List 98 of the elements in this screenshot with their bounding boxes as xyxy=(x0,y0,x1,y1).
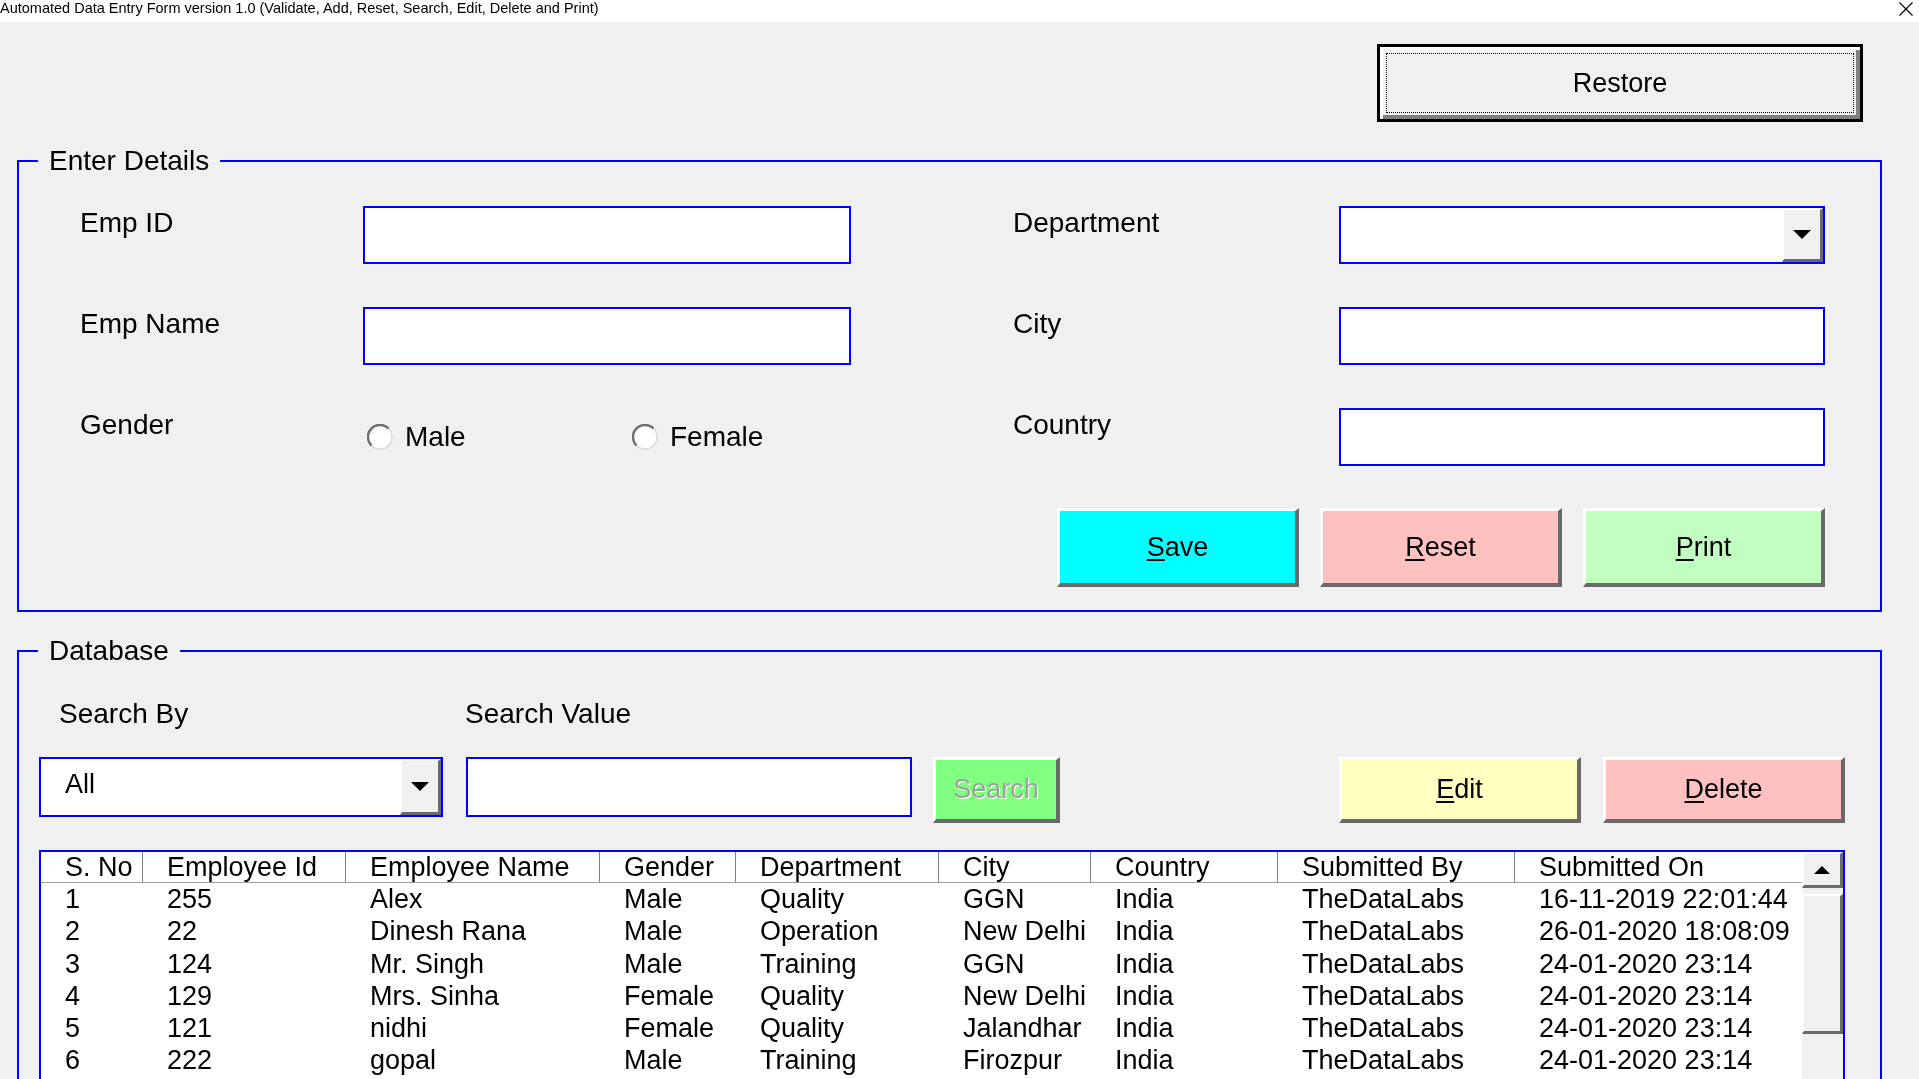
table-cell-text: TheDataLabs xyxy=(1301,1012,1466,1045)
table-cell-text: 121 xyxy=(166,1012,214,1045)
search-field[interactable] xyxy=(466,757,912,817)
delete-button[interactable]: Delete xyxy=(1603,757,1845,823)
table-cell-text: TheDataLabs xyxy=(1301,915,1466,948)
field-label: Gender xyxy=(80,409,174,441)
table-cell-text: New Delhi xyxy=(962,915,1088,948)
field-label: Emp Name xyxy=(80,308,221,340)
table-cell-text: TheDataLabs xyxy=(1301,979,1466,1013)
scroll-up-button[interactable] xyxy=(1802,852,1843,888)
table-cell-text: India xyxy=(1114,947,1175,980)
table-cell-text: Female xyxy=(623,979,716,1013)
save-button[interactable]: Save xyxy=(1057,508,1299,587)
column-header: Gender xyxy=(600,852,736,882)
dropdown-button[interactable] xyxy=(1782,208,1823,262)
scrollbar-thumb[interactable] xyxy=(1802,894,1843,1034)
table-cell-text: Operation xyxy=(759,915,880,948)
table-cell-text: 24-01-2020 23:14 xyxy=(1538,1012,1754,1045)
field-label: Country xyxy=(1013,409,1112,441)
field-label: Emp ID xyxy=(80,207,174,239)
table-cell-text: India xyxy=(1114,915,1175,948)
table-cell-text: Male xyxy=(623,915,684,948)
column-header: S. No xyxy=(41,852,143,882)
table-cell-text: nidhi xyxy=(369,1012,429,1045)
panel-title: Enter Details xyxy=(48,145,211,177)
text-field[interactable] xyxy=(1339,307,1825,365)
table-cell-text: 5 xyxy=(64,1012,82,1045)
table-cell-text: 16-11-2019 22:01:44 xyxy=(1538,883,1789,916)
close-icon[interactable] xyxy=(1899,2,1913,16)
table-cell-text: Quality xyxy=(759,979,846,1013)
table-cell-text: 6 xyxy=(64,1044,82,1077)
field-label: City xyxy=(1013,308,1062,340)
caret-down-icon xyxy=(411,782,429,791)
radio-option[interactable]: Male xyxy=(367,421,466,453)
text-field[interactable] xyxy=(1339,408,1825,466)
table-cell-text: Jalandhar xyxy=(962,1012,1083,1045)
restore-button[interactable]: Restore xyxy=(1377,44,1863,122)
caret-up-icon xyxy=(1814,865,1830,874)
table-cell-text: 255 xyxy=(166,883,214,916)
table-cell-text: Alex xyxy=(369,883,424,916)
table-cell-text: gopal xyxy=(369,1044,438,1077)
dropdown-field[interactable]: All xyxy=(39,757,443,817)
table-cell-text: Male xyxy=(623,883,684,916)
column-header: Submitted On xyxy=(1538,852,1706,882)
table-cell-text: New Delhi xyxy=(962,979,1088,1013)
table-cell-text: 2 xyxy=(64,915,82,948)
table-cell-text: Training xyxy=(759,947,858,980)
column-header: Employee Name xyxy=(346,852,600,882)
table-cell-text: Quality xyxy=(759,1012,846,1045)
table-cell-text: Training xyxy=(759,1044,858,1077)
table-cell-text: 22 xyxy=(166,915,199,948)
table-cell-text: 24-01-2020 23:14 xyxy=(1538,947,1754,980)
edit-button[interactable]: Edit xyxy=(1339,757,1581,823)
table-cell-text: GGN xyxy=(962,947,1026,980)
scrollbar[interactable] xyxy=(1802,852,1843,1079)
table-cell-text: Male xyxy=(623,1044,684,1077)
reset-button[interactable]: Reset xyxy=(1320,508,1562,587)
dropdown-field[interactable] xyxy=(1339,206,1825,264)
table-cell-text: India xyxy=(1114,883,1175,916)
table-cell-text: 222 xyxy=(166,1044,214,1077)
table-cell-text: Dinesh Rana xyxy=(369,915,528,948)
table-cell-text: India xyxy=(1114,1044,1175,1077)
column-header: Country xyxy=(1091,852,1278,882)
table-cell-text: Mr. Singh xyxy=(369,947,486,980)
radio-option[interactable]: Female xyxy=(632,421,764,453)
column-header: City xyxy=(939,852,1091,882)
table-cell-text: GGN xyxy=(962,883,1026,916)
table-cell-text: 1 xyxy=(64,883,82,916)
table-cell-text: 26-01-2020 18:08:09 xyxy=(1538,915,1791,948)
column-header: Employee Id xyxy=(143,852,346,882)
caret-down-icon xyxy=(1793,230,1811,239)
table-cell-text: 3 xyxy=(64,947,82,980)
table-cell-text: Mrs. Sinha xyxy=(369,979,501,1013)
field-label: Search By xyxy=(59,698,189,730)
print-button[interactable]: Print xyxy=(1583,508,1825,587)
table-cell-text: Female xyxy=(623,1012,716,1045)
table-cell-text: India xyxy=(1114,979,1175,1013)
table-cell-text: 124 xyxy=(166,947,214,980)
table-cell-text: Male xyxy=(623,947,684,980)
column-header: Department xyxy=(736,852,939,882)
window-title: Automated Data Entry Form version 1.0 (Validate, Add, Reset, Search, Edit, Delete and Print) xyxy=(0,0,599,17)
table-cell-text: TheDataLabs xyxy=(1301,883,1466,916)
field-label: Search Value xyxy=(465,698,632,730)
text-field[interactable] xyxy=(363,307,851,365)
field-label: Department xyxy=(1013,207,1160,239)
table-cell-text: TheDataLabs xyxy=(1301,947,1466,980)
table-cell-text: Quality xyxy=(759,883,846,916)
table-cell-text: 4 xyxy=(64,979,82,1013)
text-field[interactable] xyxy=(363,206,851,264)
panel-title: Database xyxy=(48,635,170,667)
table-cell-text: 129 xyxy=(166,979,214,1013)
table-cell-text: 24-01-2020 23:14 xyxy=(1538,979,1754,1013)
table-cell-text: Firozpur xyxy=(962,1044,1064,1077)
table-cell-text: India xyxy=(1114,1012,1175,1045)
column-header: Submitted By xyxy=(1278,852,1515,882)
table-cell-text: 24-01-2020 23:14 xyxy=(1538,1044,1754,1077)
dropdown-button[interactable] xyxy=(400,759,441,815)
table-cell-text: TheDataLabs xyxy=(1301,1044,1466,1077)
